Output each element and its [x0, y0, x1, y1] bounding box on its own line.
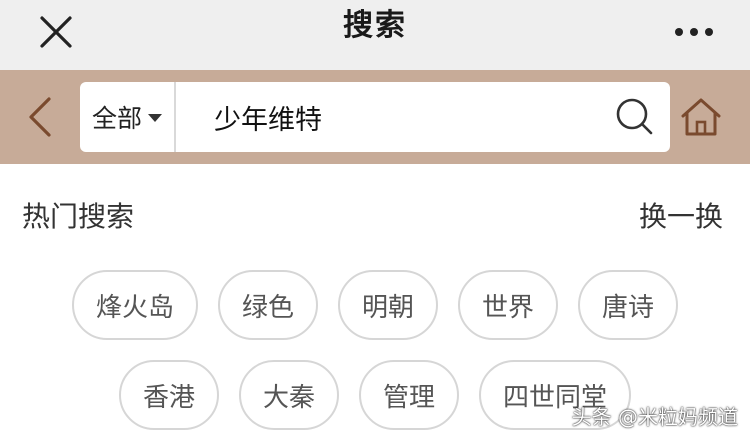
search-bar-row: 全部 [0, 70, 750, 164]
hot-tag[interactable]: 大秦 [238, 360, 339, 430]
top-bar: 搜索 [0, 0, 750, 70]
more-dots-icon [675, 28, 713, 36]
page-title: 搜索 [343, 8, 407, 43]
hot-tag[interactable]: 香港 [118, 360, 219, 430]
hot-tag[interactable]: 绿色 [217, 270, 318, 340]
caret-down-icon [148, 114, 162, 122]
chevron-left-icon [29, 97, 51, 137]
watermark: 头条 @米粒妈频道 [571, 405, 738, 429]
hot-tag[interactable]: 唐诗 [578, 270, 679, 340]
home-icon [681, 98, 721, 136]
home-button[interactable] [676, 92, 726, 142]
search-icon [616, 98, 653, 135]
search-page: 搜索 全部 少年维特 热门搜索 换一换 烽火岛 绿色 明朝 世界 唐诗 香港 大… [0, 0, 750, 440]
scope-dropdown[interactable]: 全部 [80, 82, 176, 152]
search-input[interactable] [176, 82, 600, 152]
refresh-button[interactable]: 换一换 [639, 197, 723, 237]
search-button[interactable] [600, 82, 670, 152]
more-button[interactable] [672, 10, 716, 54]
scope-label: 全部 [91, 104, 142, 133]
hot-tag[interactable]: 世界 [458, 270, 559, 340]
search-box: 全部 [80, 82, 670, 152]
hot-search-title: 热门搜索 [22, 200, 135, 233]
hot-tag[interactable]: 管理 [359, 360, 460, 430]
tag-row: 烽火岛 绿色 明朝 世界 唐诗 [0, 270, 750, 340]
hot-tag[interactable]: 明朝 [337, 270, 438, 340]
hot-tag[interactable]: 烽火岛 [71, 270, 198, 340]
back-button[interactable] [20, 95, 60, 139]
